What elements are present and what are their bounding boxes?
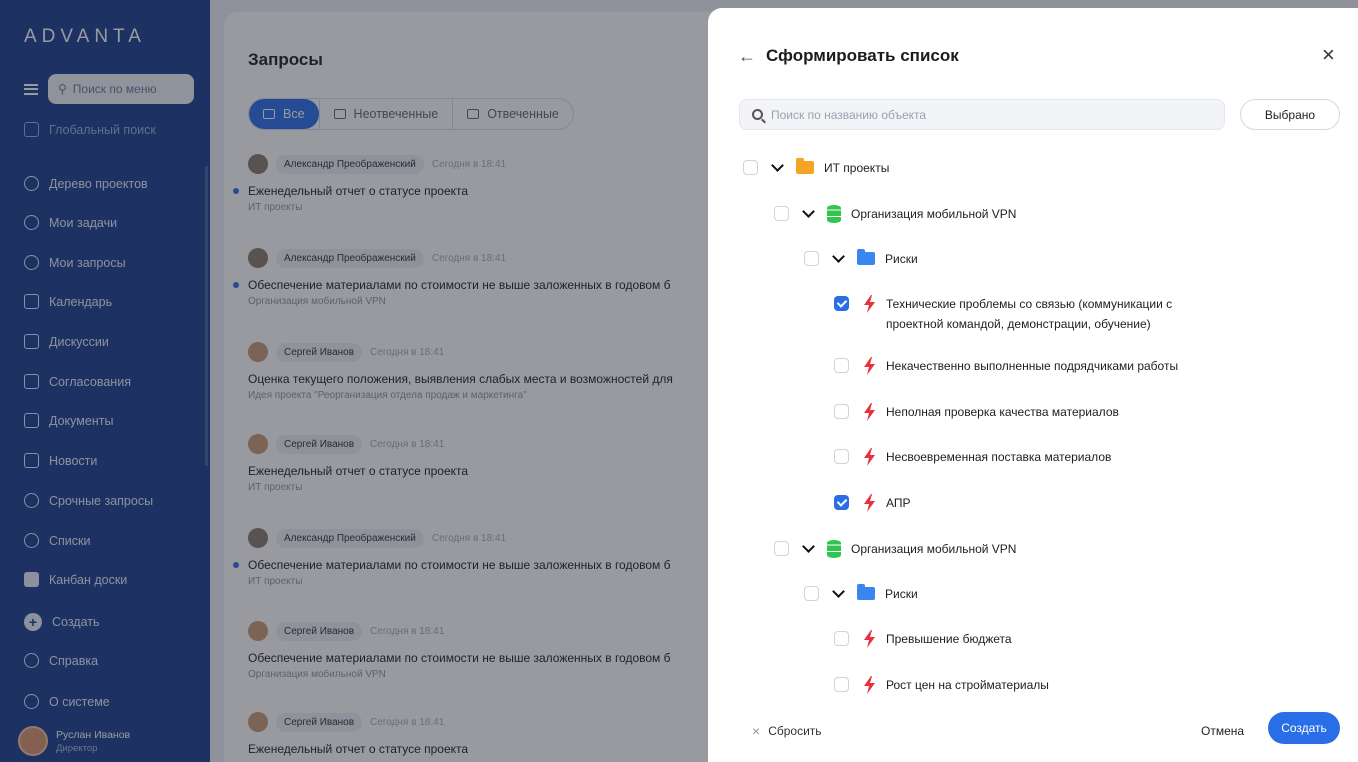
- cancel-button[interactable]: Отмена: [1201, 724, 1244, 738]
- search-icon: [752, 109, 763, 120]
- close-icon: ×: [752, 723, 761, 739]
- tree-checkbox[interactable]: [834, 631, 849, 646]
- tree-checkbox-checked[interactable]: [834, 296, 849, 311]
- folder-icon: [857, 584, 875, 600]
- tree-node-vpn-1[interactable]: Организация мобильной VPN: [774, 205, 1017, 224]
- tree-label: Несвоевременная поставка материалов: [886, 450, 1112, 464]
- selected-button[interactable]: Выбрано: [1240, 99, 1340, 130]
- tree-label: ИТ проекты: [824, 161, 890, 175]
- tree-node-risks-1[interactable]: Риски: [804, 249, 918, 269]
- tree-label: Некачественно выполненные подрядчиками р…: [886, 359, 1179, 373]
- lightning-icon: [864, 494, 875, 512]
- chevron-down-icon[interactable]: [770, 160, 786, 176]
- tree-node-risk-prices[interactable]: Рост цен на стройматериалы: [834, 676, 1049, 695]
- chevron-down-icon[interactable]: [831, 586, 847, 602]
- tree-checkbox[interactable]: [774, 206, 789, 221]
- tree-checkbox[interactable]: [774, 541, 789, 556]
- chevron-down-icon[interactable]: [801, 541, 817, 557]
- tree-label: Превышение бюджета: [886, 632, 1012, 646]
- tree-node-risk-budget[interactable]: Превышение бюджета: [834, 630, 1012, 649]
- form-list-drawer: ← Сформировать список × Поиск по названи…: [708, 8, 1358, 762]
- drawer-title: Сформировать список: [766, 46, 959, 65]
- tree-checkbox-checked[interactable]: [834, 495, 849, 510]
- back-arrow-icon[interactable]: ←: [738, 46, 756, 67]
- tree-node-it-projects[interactable]: ИТ проекты: [743, 158, 890, 178]
- tree-label: Риски: [885, 587, 918, 601]
- tree-node-risk-delivery[interactable]: Несвоевременная поставка материалов: [834, 448, 1112, 467]
- tree-node-risk-apr[interactable]: АПР: [834, 494, 911, 513]
- tree-label: Технические проблемы со связью (коммуник…: [886, 294, 1172, 334]
- lightning-icon: [864, 630, 875, 648]
- database-icon: [827, 540, 841, 558]
- lightning-icon: [864, 403, 875, 421]
- tree-label: Риски: [885, 252, 918, 266]
- tree-checkbox[interactable]: [743, 160, 758, 175]
- tree-label: Организация мобильной VPN: [851, 542, 1017, 556]
- tree-checkbox[interactable]: [804, 251, 819, 266]
- tree-checkbox[interactable]: [834, 677, 849, 692]
- tree-node-risk-contractors[interactable]: Некачественно выполненные подрядчиками р…: [834, 357, 1179, 376]
- close-icon[interactable]: ×: [1322, 42, 1335, 68]
- reset-label: Сбросить: [768, 724, 822, 738]
- tree-label-line2: проектной командой, демонстрации, обучен…: [886, 317, 1151, 331]
- tree-node-risk-quality[interactable]: Неполная проверка качества материалов: [834, 403, 1119, 422]
- chevron-down-icon[interactable]: [801, 206, 817, 222]
- tree-label: Организация мобильной VPN: [851, 207, 1017, 221]
- create-button[interactable]: Создать: [1268, 712, 1340, 744]
- lightning-icon: [864, 676, 875, 694]
- tree-checkbox[interactable]: [834, 449, 849, 464]
- lightning-icon: [864, 295, 875, 313]
- folder-icon: [857, 249, 875, 265]
- tree-node-risks-2[interactable]: Риски: [804, 584, 918, 604]
- lightning-icon: [864, 448, 875, 466]
- tree-checkbox[interactable]: [834, 358, 849, 373]
- tree-checkbox[interactable]: [804, 586, 819, 601]
- chevron-down-icon[interactable]: [831, 251, 847, 267]
- reset-button[interactable]: × Сбросить: [752, 723, 822, 739]
- tree-checkbox[interactable]: [834, 404, 849, 419]
- tree-label: Рост цен на стройматериалы: [886, 678, 1049, 692]
- tree-node-risk-tech-issues[interactable]: Технические проблемы со связью (коммуник…: [834, 294, 1172, 334]
- lightning-icon: [864, 357, 875, 375]
- folder-icon: [796, 158, 814, 174]
- tree-node-vpn-2[interactable]: Организация мобильной VPN: [774, 540, 1017, 559]
- tree-label: Неполная проверка качества материалов: [886, 405, 1119, 419]
- tree-label-line1: Технические проблемы со связью (коммуник…: [886, 297, 1173, 311]
- database-icon: [827, 205, 841, 223]
- tree-label: АПР: [886, 496, 911, 510]
- object-search-input[interactable]: Поиск по названию объекта: [739, 99, 1225, 130]
- object-search-placeholder: Поиск по названию объекта: [771, 107, 927, 122]
